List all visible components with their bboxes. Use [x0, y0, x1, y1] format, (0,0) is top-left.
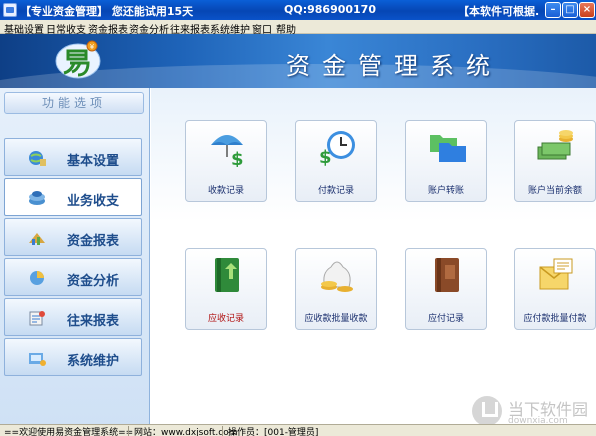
qq-number: QQ:986900170 — [284, 3, 376, 16]
status-bar: ==欢迎使用易资金管理系统== 网站：www.dxjsoft.com 操作员：[… — [0, 424, 596, 436]
app-icon[interactable] — [3, 3, 17, 17]
status-welcome: ==欢迎使用易资金管理系统== — [4, 428, 134, 436]
title-bar: 【专业资金管理】 您还能试用15天 QQ:986900170 【本软件可根据..… — [0, 0, 596, 20]
tile-batch-receive[interactable]: 应收款批量收款 — [295, 248, 377, 330]
header-banner: ¥ 资金管理系统 — [0, 34, 596, 88]
tile-label: 账户转账 — [427, 186, 464, 196]
menu-bar: 基础设置 日常收支 资金报表 资金分析 往来报表 系统维护 窗口 帮助 — [0, 20, 596, 36]
sidebar: 功能选项 基本设置 业务收支 资金报表 资金分析 往来报表 系统维护 — [0, 88, 150, 424]
sidebar-item-label: 基本设置 — [67, 154, 120, 169]
window-title: 【专业资金管理】 您还能试用15天 — [20, 5, 194, 18]
umbrella-dollar-icon: $ — [211, 135, 244, 167]
tile-payment-records[interactable]: $ 付款记录 — [295, 120, 377, 202]
sidebar-item-label: 系统维护 — [67, 354, 120, 369]
tile-label: 账户当前余额 — [527, 186, 582, 196]
tile-label: 应收款批量收款 — [304, 314, 368, 324]
stack-icon — [29, 191, 45, 205]
tools-icon — [29, 353, 46, 366]
main-panel: $ 收款记录 $ 付款记录 账户转账 账户当前余额 应收记录 应收款批量收款 应… — [151, 88, 596, 424]
analysis-icon — [30, 271, 44, 285]
sidebar-item-fund-reports[interactable]: 资金报表 — [4, 218, 142, 256]
tile-label: 应付款批量付款 — [523, 314, 587, 324]
svg-text:¥: ¥ — [90, 43, 95, 51]
close-button[interactable]: × — [579, 2, 595, 18]
cash-coins-icon — [537, 130, 573, 160]
brand-logo-icon: ¥ — [55, 40, 101, 79]
folders-icon — [430, 135, 466, 162]
maximize-button[interactable]: □ — [562, 2, 578, 18]
tile-receivable-records[interactable]: 应收记录 — [185, 248, 267, 330]
tile-label: 应收记录 — [207, 314, 244, 324]
sidebar-item-label: 业务收支 — [67, 194, 120, 209]
sidebar-item-business-income-expense[interactable]: 业务收支 — [4, 178, 142, 216]
download-arrow-icon — [472, 396, 502, 426]
green-book-icon — [215, 258, 239, 292]
status-divider — [128, 426, 129, 436]
sidebar-header: 功能选项 — [4, 92, 144, 114]
tile-account-transfer[interactable]: 账户转账 — [405, 120, 487, 202]
sidebar-item-label: 资金分析 — [67, 274, 120, 289]
svg-text:$: $ — [319, 147, 332, 167]
envelope-icon — [539, 258, 573, 290]
sidebar-item-system-maintenance[interactable]: 系统维护 — [4, 338, 142, 376]
sidebar-item-account-reports[interactable]: 往来报表 — [4, 298, 142, 336]
status-divider — [222, 426, 223, 436]
banner-title: 资金管理系统 — [286, 52, 502, 80]
money-bag-icon — [321, 261, 353, 292]
report-icon — [29, 311, 45, 326]
sidebar-item-label: 往来报表 — [67, 314, 120, 329]
tile-payable-records[interactable]: 应付记录 — [405, 248, 487, 330]
svg-text:$: $ — [231, 149, 244, 167]
sidebar-item-fund-analysis[interactable]: 资金分析 — [4, 258, 142, 296]
tile-receipt-records[interactable]: $ 收款记录 — [185, 120, 267, 202]
tile-label: 收款记录 — [207, 186, 244, 196]
sidebar-item-label: 资金报表 — [67, 234, 120, 249]
minimize-button[interactable]: – — [545, 2, 561, 18]
status-operator: 操作员：[001-管理员] — [228, 428, 319, 436]
software-notice: 【本软件可根据... — [458, 5, 540, 18]
globe-icon — [29, 151, 46, 166]
clock-dollar-icon: $ — [319, 131, 355, 167]
tile-account-balance[interactable]: 账户当前余额 — [514, 120, 596, 202]
brown-book-icon — [435, 258, 459, 292]
chart-icon — [29, 233, 45, 245]
tile-label: 付款记录 — [317, 186, 354, 196]
tile-label: 应付记录 — [427, 314, 464, 324]
tile-batch-pay[interactable]: 应付款批量付款 — [514, 248, 596, 330]
sidebar-item-basic-settings[interactable]: 基本设置 — [4, 138, 142, 176]
